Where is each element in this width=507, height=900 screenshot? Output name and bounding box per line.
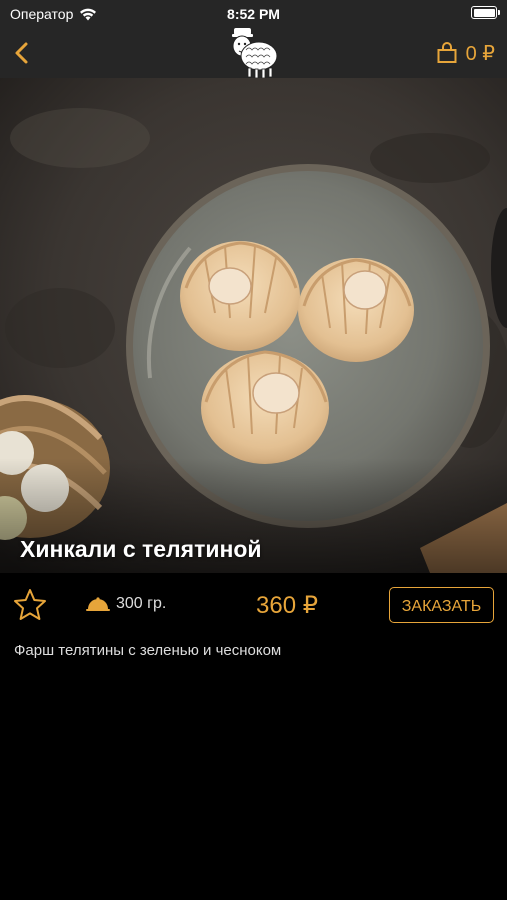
status-right: [471, 6, 500, 19]
back-button[interactable]: [6, 36, 40, 70]
cart-button[interactable]: 0 ₽: [436, 40, 495, 66]
nav-bar: 0 ₽: [0, 28, 507, 79]
battery-icon: [471, 6, 500, 19]
order-button[interactable]: ЗАКАЗАТЬ: [389, 587, 494, 623]
status-time: 8:52 PM: [227, 6, 280, 22]
cloche-icon: [86, 597, 110, 611]
dish-title: Хинкали с телятиной: [20, 536, 262, 562]
star-icon: [14, 589, 46, 620]
dish-description: Фарш телятины с зеленью и чесноком: [14, 642, 282, 659]
dish-weight: 300 гр.: [86, 595, 166, 613]
chevron-left-icon: [15, 42, 28, 64]
khinkali-photo: [0, 78, 507, 573]
favorite-button[interactable]: [12, 587, 48, 623]
dish-price: 360 ₽: [256, 592, 318, 619]
dish-photo: Хинкали с телятиной: [0, 78, 507, 573]
sheep-logo: [232, 28, 278, 79]
shopping-bag-icon: [437, 42, 457, 63]
cart-total: 0 ₽: [465, 42, 495, 65]
status-bar: Оператор 8:52 PM: [0, 0, 507, 28]
dish-info-row: 300 гр. 360 ₽ ЗАКАЗАТЬ: [0, 573, 507, 639]
weight-label: 300 гр.: [116, 595, 167, 612]
